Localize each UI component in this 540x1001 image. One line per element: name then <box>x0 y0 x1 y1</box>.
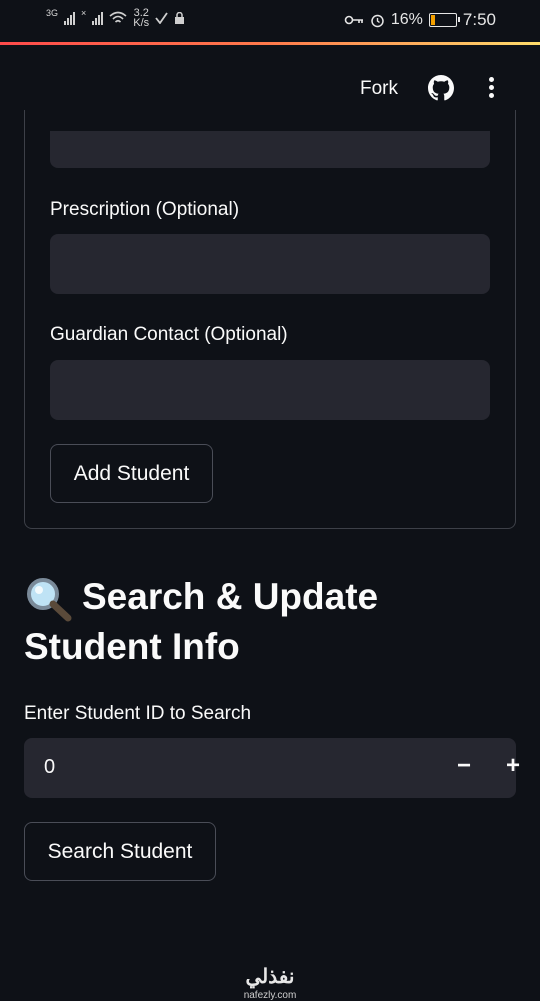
battery-icon <box>428 13 460 27</box>
student-id-input[interactable]: 0 − + <box>24 738 520 798</box>
wifi-icon <box>109 11 127 23</box>
status-left: 3G × 3.2 K/s <box>46 8 185 29</box>
prescription-input[interactable] <box>50 234 490 294</box>
watermark-arabic: نفذلي <box>245 966 295 988</box>
battery-percent: 16% <box>390 11 423 28</box>
signal-icon-2 <box>92 11 104 25</box>
lock-icon <box>175 11 185 24</box>
status-bar: 3G × 3.2 K/s 16% 7:50 <box>0 0 540 42</box>
status-right: 16% 7:50 <box>344 10 496 30</box>
section-title-line2: Student Info <box>24 626 240 668</box>
student-id-label: Enter Student ID to Search <box>24 703 252 724</box>
guardian-contact-label: Guardian Contact (Optional) <box>50 324 288 345</box>
search-student-button[interactable]: Search Student <box>24 822 216 881</box>
student-id-value[interactable]: 0 <box>44 756 55 779</box>
alarm-icon <box>371 14 384 27</box>
key-icon <box>344 15 363 25</box>
speed-unit: K/s <box>133 17 150 29</box>
signal-icon <box>64 11 76 25</box>
watermark: نفذلي nafezly.com <box>0 964 540 1001</box>
previous-field-input[interactable] <box>50 131 490 168</box>
network-speed: 3.2 K/s <box>133 8 150 29</box>
clock: 7:50 <box>462 10 496 29</box>
check-icon <box>155 12 168 24</box>
section-title-line1: Search & Update <box>82 576 379 617</box>
add-student-button[interactable]: Add Student <box>50 444 213 503</box>
watermark-latin: nafezly.com <box>243 990 297 1001</box>
prescription-label: Prescription (Optional) <box>50 199 240 220</box>
increment-button[interactable]: + <box>506 752 520 780</box>
more-menu-icon[interactable] <box>487 77 495 99</box>
github-icon[interactable] <box>428 75 454 101</box>
magnifying-glass-icon <box>27 578 72 622</box>
guardian-contact-input[interactable] <box>50 360 490 420</box>
fork-link[interactable]: Fork <box>360 78 398 100</box>
decrement-button[interactable]: − <box>457 752 471 780</box>
network-type: 3G <box>46 8 59 18</box>
section-title: Search & Update Student Info <box>24 572 494 672</box>
no-signal-icon: × <box>81 8 87 18</box>
